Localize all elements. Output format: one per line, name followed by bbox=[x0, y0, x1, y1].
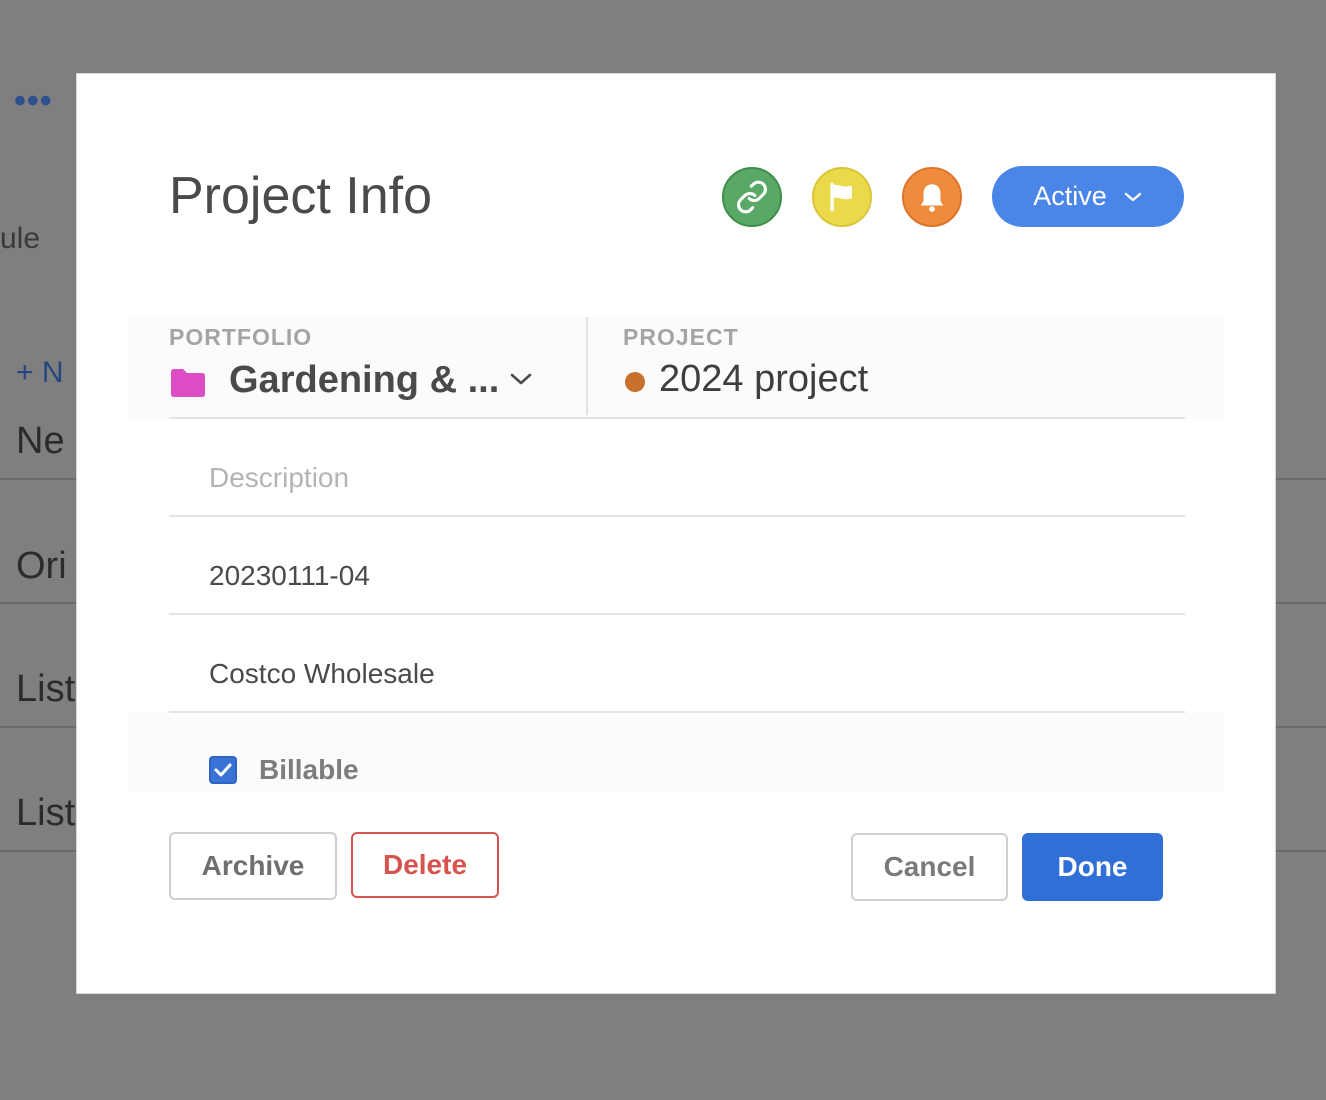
done-button[interactable]: Done bbox=[1022, 833, 1163, 901]
cancel-button[interactable]: Cancel bbox=[851, 833, 1008, 901]
portfolio-label: PORTFOLIO bbox=[169, 324, 313, 350]
background-new-button[interactable]: + N bbox=[16, 356, 64, 390]
field-underline bbox=[169, 515, 1185, 517]
folder-icon bbox=[171, 369, 205, 397]
archive-button[interactable]: Archive bbox=[169, 832, 337, 900]
project-label: PROJECT bbox=[623, 324, 739, 350]
status-dropdown[interactable]: Active bbox=[992, 166, 1184, 227]
background-row-label: List bbox=[16, 792, 76, 834]
chevron-down-icon[interactable] bbox=[508, 370, 534, 388]
field-underline bbox=[169, 613, 1185, 615]
project-name-input[interactable]: 2024 project bbox=[659, 358, 868, 401]
background-row-label: List bbox=[16, 668, 76, 710]
bell-icon bbox=[920, 184, 944, 212]
link-button[interactable] bbox=[722, 167, 782, 227]
project-info-dialog: Project Info Active PORTFOLIO Gardening … bbox=[76, 73, 1276, 994]
flag-icon bbox=[830, 182, 852, 212]
reminder-button[interactable] bbox=[902, 167, 962, 227]
description-input[interactable] bbox=[209, 462, 1109, 494]
client-input[interactable]: Costco Wholesale bbox=[209, 658, 1109, 690]
billable-checkbox[interactable] bbox=[209, 756, 237, 784]
background-row-label: Ori bbox=[16, 545, 67, 587]
link-icon bbox=[737, 180, 767, 214]
portfolio-select[interactable]: Gardening & ... bbox=[229, 359, 499, 402]
delete-button[interactable]: Delete bbox=[351, 832, 499, 898]
more-options-icon[interactable]: ••• bbox=[14, 84, 53, 118]
status-label: Active bbox=[1033, 181, 1107, 211]
project-number-input[interactable]: 20230111-04 bbox=[209, 560, 1109, 592]
flag-button[interactable] bbox=[812, 167, 872, 227]
field-divider bbox=[586, 317, 588, 415]
chevron-down-icon bbox=[1124, 192, 1141, 201]
background-row-label: Ne bbox=[16, 420, 65, 462]
billable-label: Billable bbox=[259, 754, 359, 785]
checkmark-icon bbox=[214, 763, 232, 777]
project-color-dot[interactable] bbox=[625, 372, 645, 392]
dialog-title: Project Info bbox=[169, 167, 433, 225]
background-label: ule bbox=[0, 222, 41, 255]
